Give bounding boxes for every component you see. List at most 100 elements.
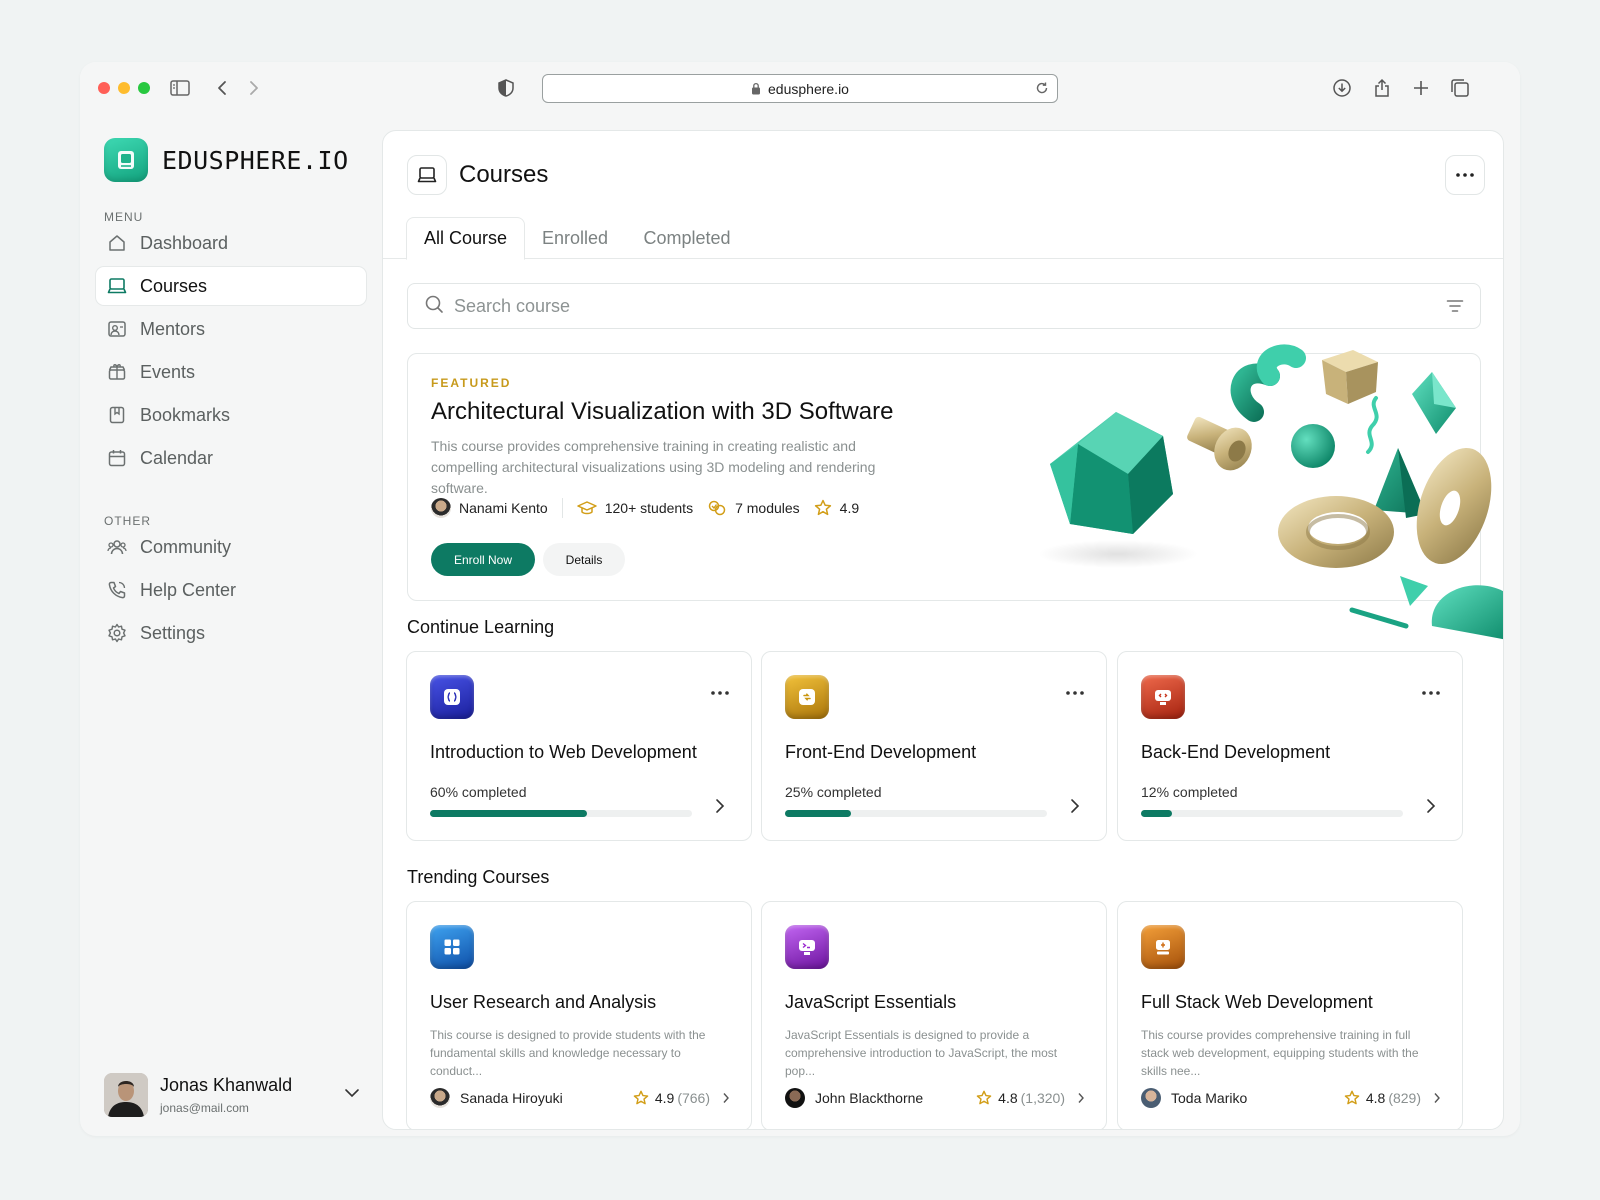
trending-course-card[interactable]: Full Stack Web Development This course p… — [1117, 901, 1463, 1129]
trending-course-card[interactable]: JavaScript Essentials JavaScript Essenti… — [761, 901, 1107, 1129]
featured-mentor[interactable]: Nanami Kento — [431, 498, 548, 518]
sidebar-item-bookmarks[interactable]: Bookmarks — [96, 396, 366, 434]
zoom-window-button[interactable] — [138, 82, 150, 94]
tab-completed[interactable]: Completed — [635, 217, 739, 259]
author-avatar — [430, 1088, 450, 1108]
more-options-button[interactable] — [1445, 155, 1485, 195]
share-icon[interactable] — [1370, 76, 1394, 100]
close-window-button[interactable] — [98, 82, 110, 94]
chevron-right-icon[interactable] — [1426, 798, 1436, 819]
star-icon — [1344, 1090, 1360, 1106]
brand[interactable]: EDUSPHERE.IO — [104, 138, 349, 182]
sidebar-item-events[interactable]: Events — [96, 353, 366, 391]
forward-icon[interactable] — [242, 76, 266, 100]
user-name: Jonas Khanwald — [160, 1075, 293, 1095]
filter-icon[interactable] — [1446, 297, 1464, 320]
progress-bar — [785, 810, 1047, 817]
featured-rating: 4.9 — [814, 499, 859, 517]
featured-description: This course provides comprehensive train… — [431, 438, 876, 496]
search-input[interactable] — [454, 295, 1414, 317]
search-bar — [407, 283, 1481, 329]
grid-icon — [430, 925, 474, 969]
course-rating: 4.8 (1,320) — [976, 1090, 1085, 1106]
monitor-code-icon — [1141, 675, 1185, 719]
chevron-right-icon[interactable] — [722, 1092, 730, 1104]
tab-all-course[interactable]: All Course — [406, 217, 525, 260]
url-text: edusphere.io — [768, 80, 849, 97]
sidebar-item-courses[interactable]: Courses — [96, 267, 366, 305]
3d-shapes-illustration — [1038, 344, 1503, 640]
course-progress-card[interactable]: Back-End Development 12% completed — [1117, 651, 1463, 841]
card-more-icon[interactable] — [711, 682, 729, 700]
star-icon — [814, 499, 832, 517]
sidebar-item-label: Mentors — [140, 318, 206, 339]
laptop-icon — [106, 275, 128, 297]
sidebar-item-help-center[interactable]: Help Center — [96, 571, 366, 609]
chevron-right-icon[interactable] — [715, 798, 725, 819]
star-icon — [633, 1090, 649, 1106]
search-icon — [424, 294, 444, 319]
details-button[interactable]: Details — [543, 543, 625, 576]
brand-name: EDUSPHERE.IO — [162, 145, 349, 175]
chevron-right-icon[interactable] — [1433, 1092, 1441, 1104]
download-icon[interactable] — [1330, 76, 1354, 100]
continue-learning-title: Continue Learning — [407, 617, 555, 637]
progress-bar — [1141, 810, 1403, 817]
gear-icon — [106, 622, 128, 644]
course-title: Full Stack Web Development — [1141, 992, 1373, 1012]
author-name: Sanada Hiroyuki — [460, 1090, 563, 1106]
course-title: Introduction to Web Development — [430, 742, 697, 762]
rating-count: (829) — [1388, 1090, 1421, 1106]
featured-course-card: FEATURED Architectural Visualization wit… — [407, 344, 1503, 640]
rating-value: 4.9 — [839, 500, 860, 516]
course-description: This course is designed to provide stude… — [430, 1028, 706, 1078]
address-bar[interactable]: edusphere.io — [542, 74, 1058, 103]
author-avatar — [1141, 1088, 1161, 1108]
card-more-icon[interactable] — [1422, 682, 1440, 700]
user-email: jonas@mail.com — [160, 1101, 249, 1115]
chevron-right-icon[interactable] — [1077, 1092, 1085, 1104]
enroll-now-button[interactable]: Enroll Now — [431, 543, 535, 576]
sidebar-item-dashboard[interactable]: Dashboard — [96, 224, 366, 262]
trending-course-card[interactable]: User Research and Analysis This course i… — [406, 901, 752, 1129]
browser-titlebar: edusphere.io — [80, 62, 1520, 114]
sidebar-item-calendar[interactable]: Calendar — [96, 439, 366, 477]
new-tab-icon[interactable] — [1409, 76, 1433, 100]
card-more-icon[interactable] — [1066, 682, 1084, 700]
minimize-window-button[interactable] — [118, 82, 130, 94]
arrows-icon — [785, 675, 829, 719]
sidebar-item-label: Events — [140, 361, 196, 382]
users-icon — [106, 536, 128, 558]
course-progress-card[interactable]: Front-End Development 25% completed — [761, 651, 1107, 841]
tab-overview-icon[interactable] — [1448, 76, 1472, 100]
menu-section-label: MENU — [104, 210, 144, 224]
sidebar-item-label: Dashboard — [140, 232, 229, 253]
star-icon — [976, 1090, 992, 1106]
chevron-down-icon[interactable] — [344, 1085, 360, 1103]
rating-value: 4.8 — [998, 1090, 1018, 1106]
sidebar-item-mentors[interactable]: Mentors — [96, 310, 366, 348]
chevron-right-icon[interactable] — [1070, 798, 1080, 819]
other-section-label: OTHER — [104, 514, 151, 528]
browser-window: edusphere.io EDUSPHERE.IO MENU Dashboard… — [80, 62, 1520, 1136]
mentor-icon — [106, 318, 128, 340]
avatar — [104, 1073, 148, 1117]
sidebar-toggle-icon[interactable] — [168, 76, 192, 100]
progress-text: 25% completed — [785, 784, 882, 800]
sidebar: EDUSPHERE.IO MENU Dashboard Courses Ment… — [80, 114, 380, 1136]
progress-text: 60% completed — [430, 784, 527, 800]
sidebar-item-community[interactable]: Community — [96, 528, 366, 566]
author-name: Toda Mariko — [1171, 1090, 1248, 1106]
rating-value: 4.9 — [654, 1090, 675, 1106]
tab-enrolled[interactable]: Enrolled — [533, 217, 617, 259]
meta-divider — [561, 498, 563, 518]
back-icon[interactable] — [210, 76, 234, 100]
privacy-shield-icon[interactable] — [494, 76, 518, 100]
code-braces-icon — [430, 675, 474, 719]
students-count: 120+ students — [604, 500, 694, 516]
reload-icon[interactable] — [1035, 81, 1049, 95]
course-progress-card[interactable]: Introduction to Web Development 60% comp… — [406, 651, 752, 841]
sidebar-item-settings[interactable]: Settings — [96, 614, 366, 652]
featured-title[interactable]: Architectural Visualization with 3D Soft… — [431, 398, 893, 426]
user-profile[interactable]: Jonas Khanwald jonas@mail.com — [104, 1070, 360, 1120]
